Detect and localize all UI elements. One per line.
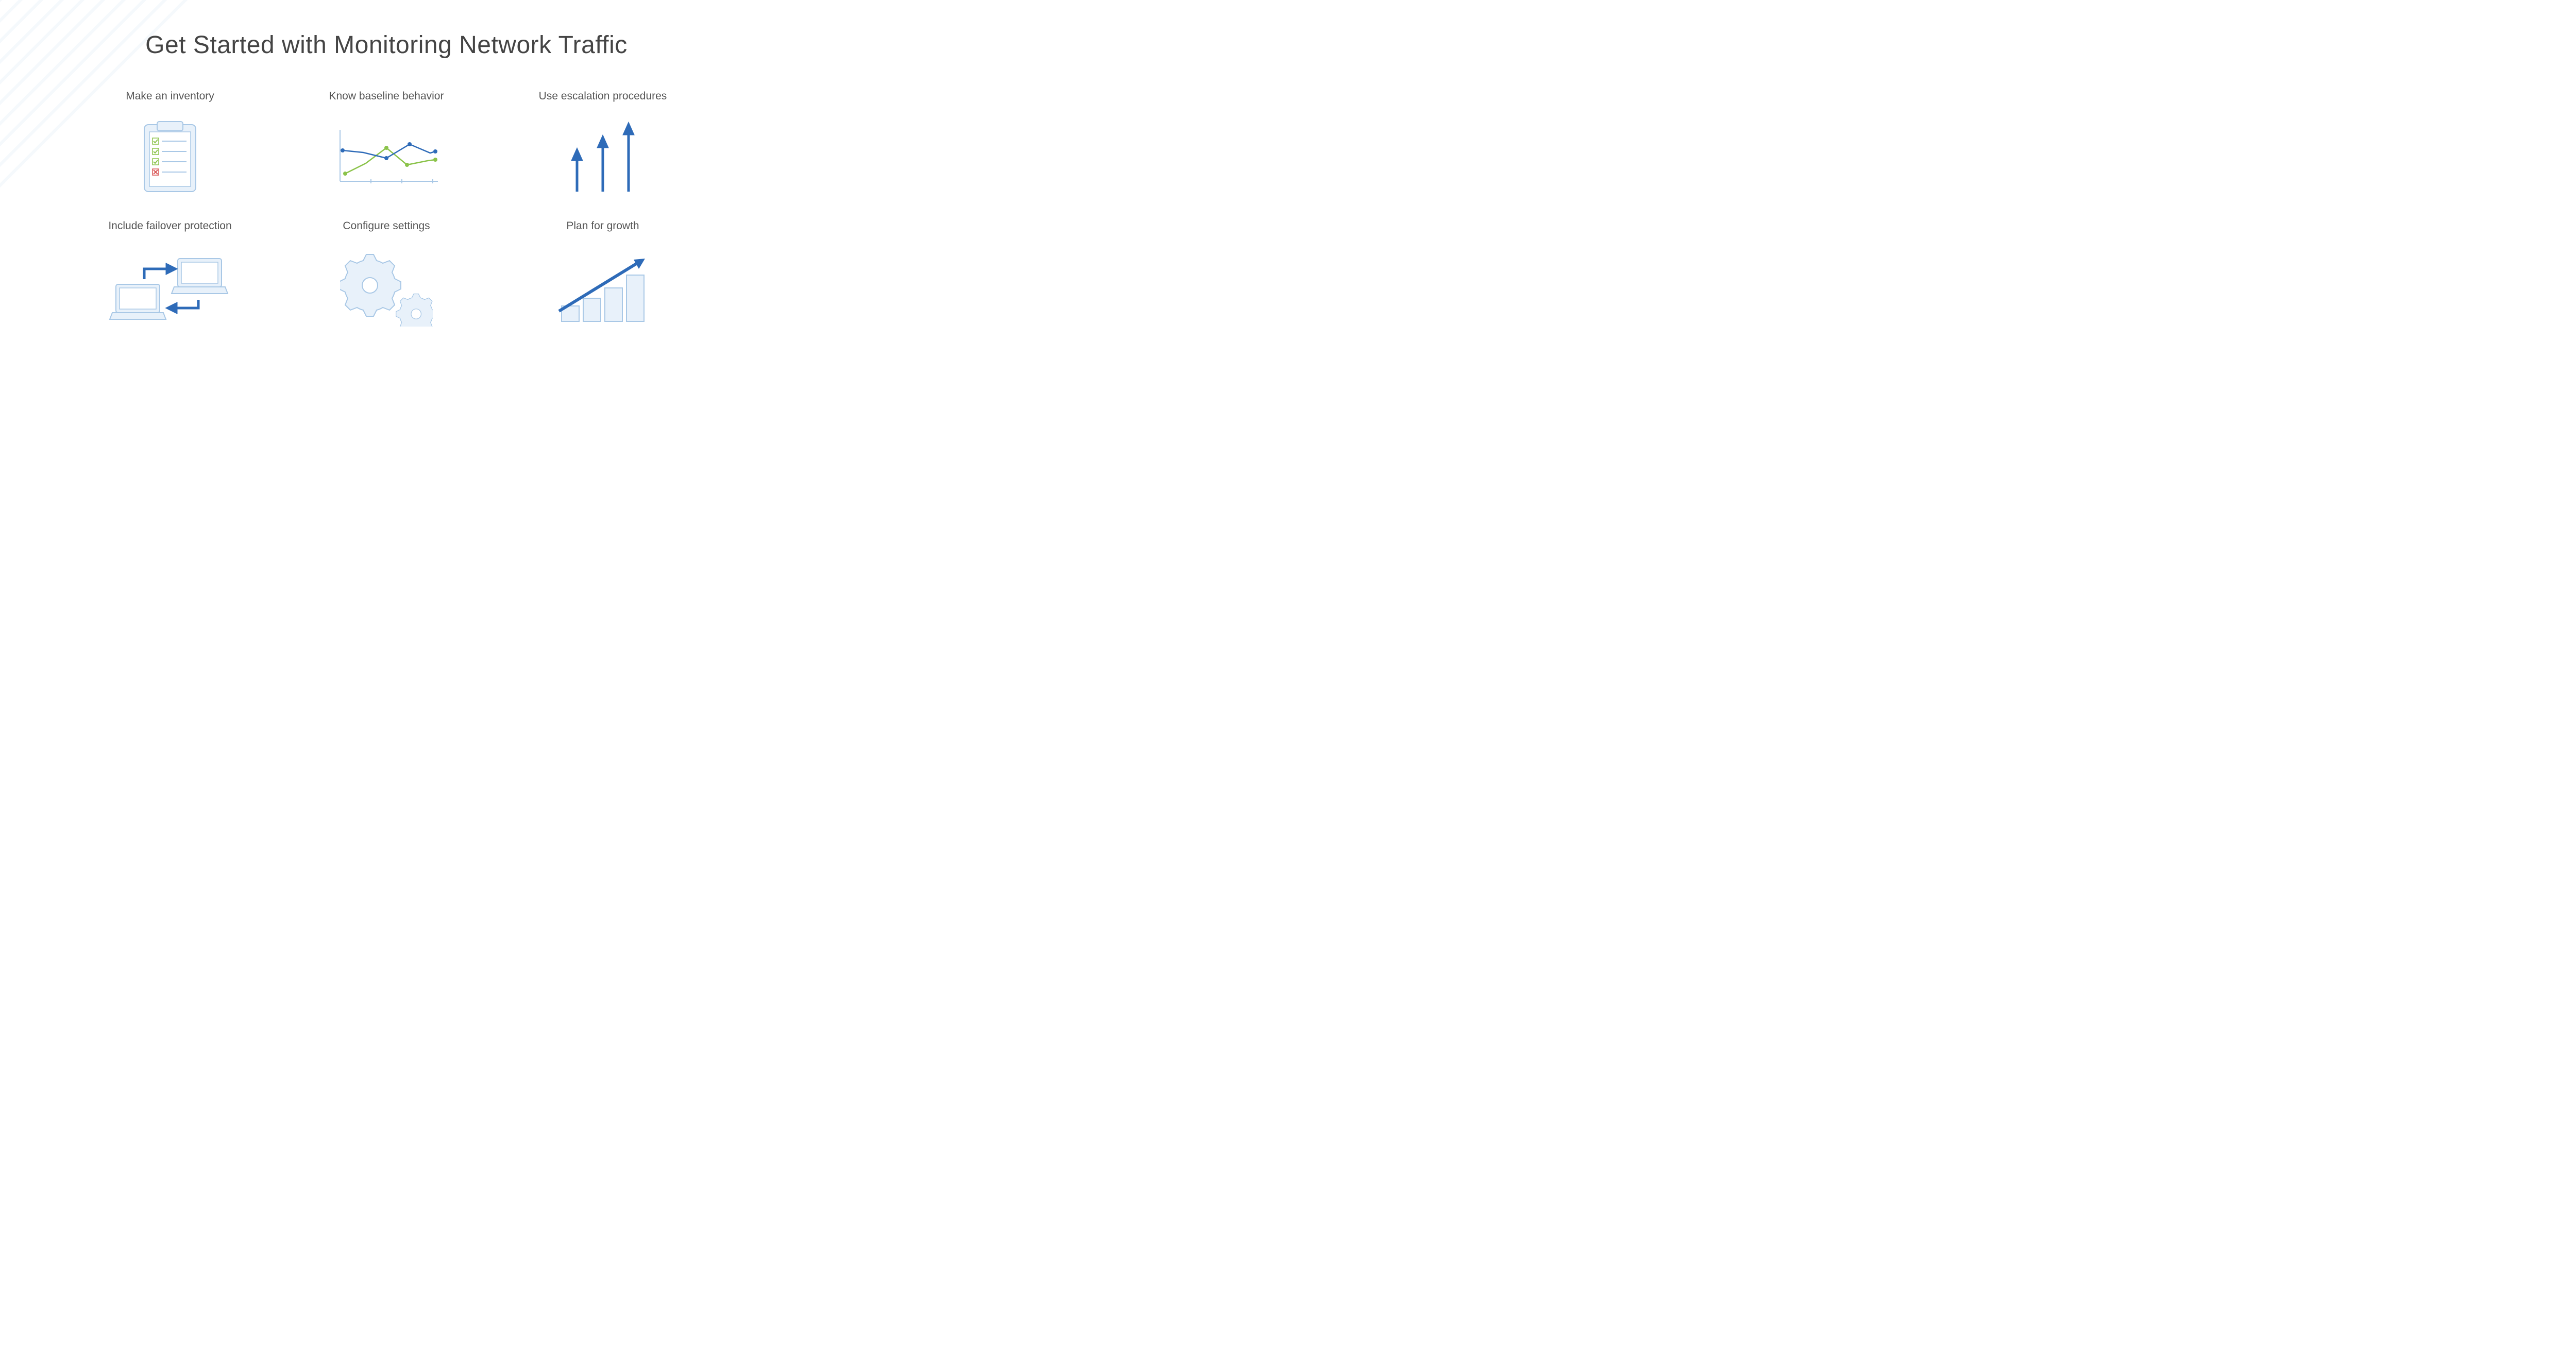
cell-label: Use escalation procedures: [510, 90, 696, 103]
cell-growth: Plan for growth: [510, 220, 696, 329]
cell-inventory: Make an inventory: [77, 90, 263, 199]
page-title: Get Started with Monitoring Network Traf…: [41, 31, 732, 59]
gears-icon: [294, 247, 479, 329]
growth-chart-icon: [510, 247, 696, 329]
failover-laptops-icon: [77, 247, 263, 329]
cell-label: Include failover protection: [77, 220, 263, 232]
cell-label: Configure settings: [294, 220, 479, 232]
cell-failover: Include failover protection: [77, 220, 263, 329]
cell-escalation: Use escalation procedures: [510, 90, 696, 199]
cell-label: Know baseline behavior: [294, 90, 479, 103]
clipboard-checklist-icon: [77, 117, 263, 199]
cell-label: Make an inventory: [77, 90, 263, 103]
cell-configure: Configure settings: [294, 220, 479, 329]
upward-arrows-icon: [510, 117, 696, 199]
cell-label: Plan for growth: [510, 220, 696, 232]
feature-grid: Make an inventory: [77, 90, 696, 329]
cell-baseline: Know baseline behavior: [294, 90, 479, 199]
line-chart-icon: [294, 117, 479, 199]
